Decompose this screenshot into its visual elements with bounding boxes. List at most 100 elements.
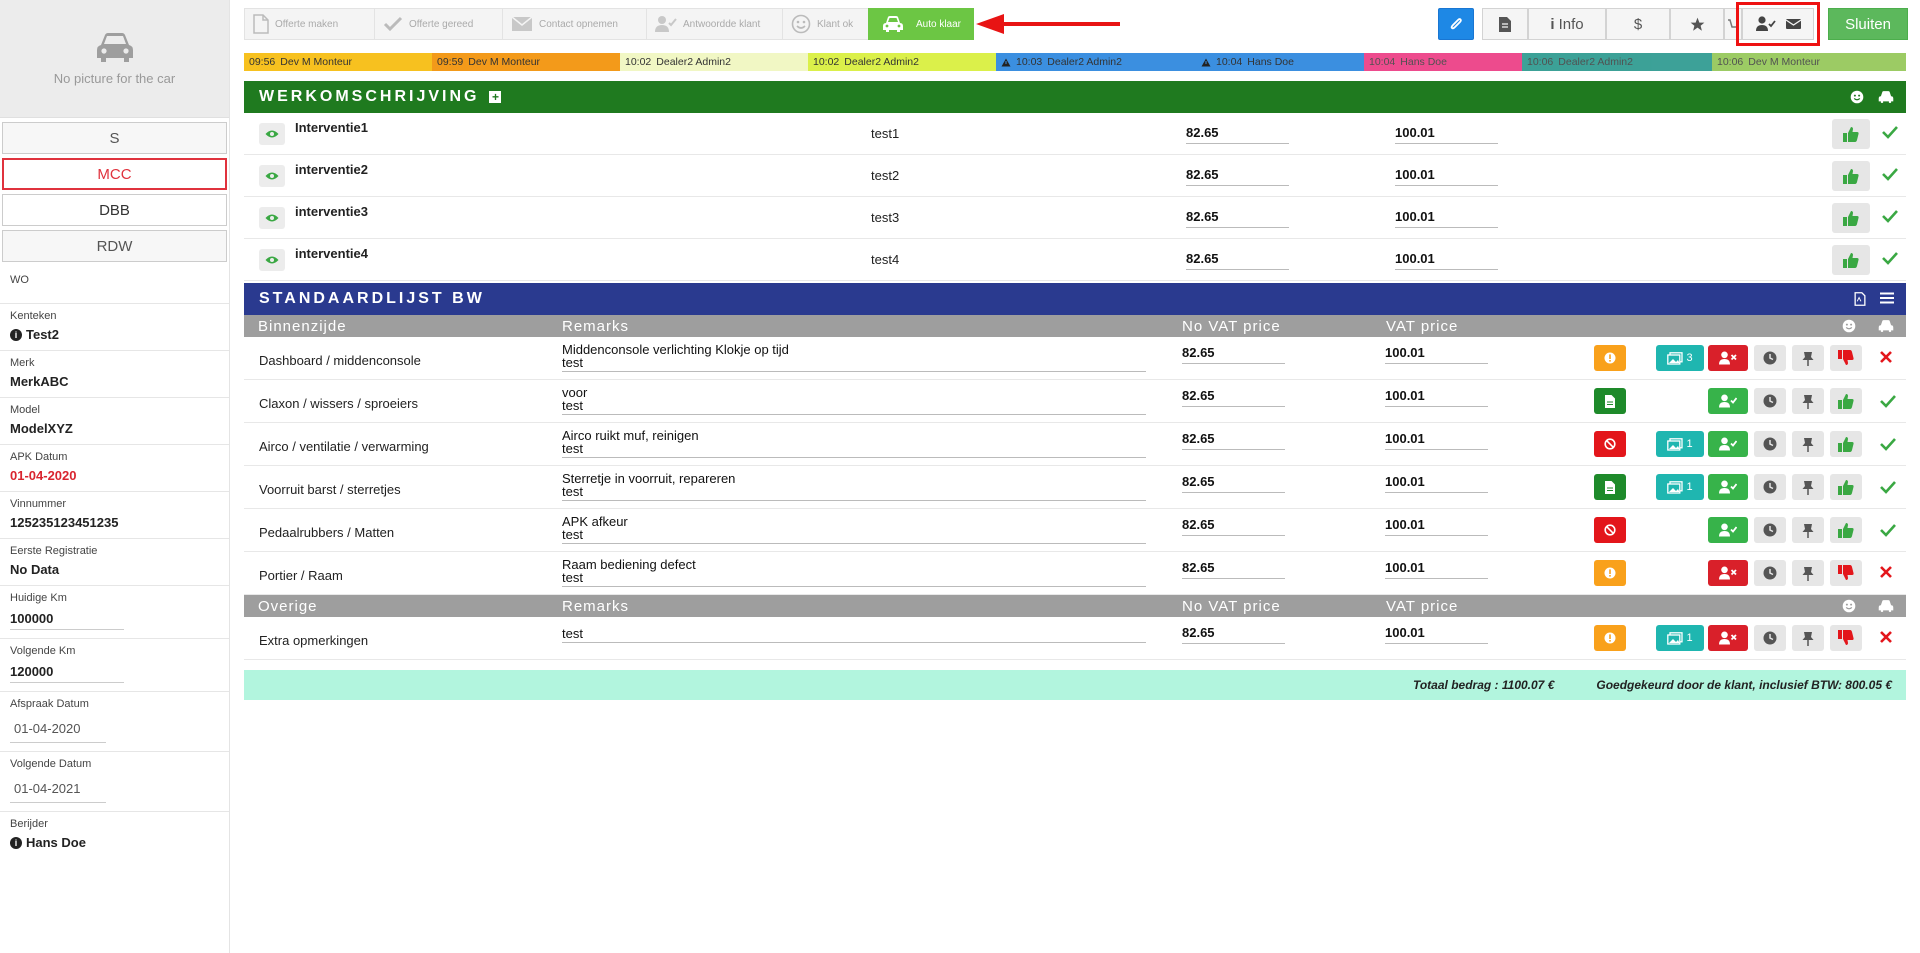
vat-price-input[interactable] bbox=[1385, 558, 1488, 579]
smiley-icon[interactable] bbox=[1850, 90, 1864, 104]
vat-price-input[interactable] bbox=[1395, 207, 1498, 228]
timeline-entry[interactable]: 10:04 Hans Doe bbox=[1196, 53, 1364, 71]
info-icon[interactable]: i bbox=[10, 836, 22, 849]
menu-icon[interactable] bbox=[1880, 292, 1894, 304]
timeline-entry[interactable]: 10:06 Dev M Monteur bbox=[1712, 53, 1906, 71]
approve-button[interactable] bbox=[1832, 203, 1870, 233]
status-button[interactable] bbox=[1594, 517, 1626, 543]
photos-button[interactable]: 1 bbox=[1656, 474, 1704, 500]
timeline-entry[interactable]: 09:56 Dev M Monteur bbox=[244, 53, 432, 71]
car-icon[interactable] bbox=[1878, 319, 1894, 333]
approve-toggle-button[interactable] bbox=[1830, 517, 1862, 543]
novat-price-input[interactable] bbox=[1182, 623, 1285, 644]
rdw-button[interactable]: RDW bbox=[2, 230, 227, 262]
customer-reject-button[interactable] bbox=[1708, 625, 1748, 651]
novat-price-input[interactable] bbox=[1182, 472, 1285, 493]
novat-price-input[interactable] bbox=[1186, 165, 1289, 186]
remark-field[interactable]: test bbox=[562, 627, 1146, 643]
vat-price-input[interactable] bbox=[1385, 472, 1488, 493]
remark-field[interactable]: voor test bbox=[562, 386, 1146, 415]
status-button[interactable] bbox=[1594, 388, 1626, 414]
sluiten-button[interactable]: Sluiten bbox=[1828, 8, 1908, 40]
volgende-km-input[interactable] bbox=[10, 662, 124, 683]
afspraak-datum-input[interactable] bbox=[10, 715, 106, 743]
step-klant-ok[interactable]: Klant ok bbox=[782, 8, 868, 40]
info-button[interactable]: i Info bbox=[1528, 8, 1606, 40]
approve-toggle-button[interactable] bbox=[1830, 431, 1862, 457]
status-button[interactable] bbox=[1594, 560, 1626, 586]
step-offerte-maken[interactable]: Offerte maken bbox=[244, 8, 374, 40]
vat-price-input[interactable] bbox=[1385, 386, 1488, 407]
pin-button[interactable] bbox=[1792, 345, 1824, 371]
history-button[interactable] bbox=[1754, 388, 1786, 414]
pin-button[interactable] bbox=[1792, 517, 1824, 543]
history-button[interactable] bbox=[1754, 345, 1786, 371]
status-button[interactable] bbox=[1594, 625, 1626, 651]
add-icon[interactable]: + bbox=[489, 90, 502, 104]
history-button[interactable] bbox=[1754, 560, 1786, 586]
attachment-button[interactable] bbox=[1438, 8, 1474, 40]
view-button[interactable] bbox=[259, 122, 285, 145]
approve-toggle-button[interactable] bbox=[1830, 388, 1862, 414]
step-offerte-gereed[interactable]: Offerte gereed bbox=[374, 8, 502, 40]
price-button[interactable]: $ bbox=[1606, 8, 1670, 40]
vat-price-input[interactable] bbox=[1385, 515, 1488, 536]
vat-price-input[interactable] bbox=[1395, 165, 1498, 186]
pin-button[interactable] bbox=[1792, 474, 1824, 500]
s-button[interactable]: S bbox=[2, 122, 227, 154]
customer-approve-button[interactable] bbox=[1708, 431, 1748, 457]
photos-button[interactable]: 1 bbox=[1656, 625, 1704, 651]
novat-price-input[interactable] bbox=[1182, 343, 1285, 364]
status-button[interactable] bbox=[1594, 345, 1626, 371]
customer-reject-button[interactable] bbox=[1708, 345, 1748, 371]
step-antwoordde-klant[interactable]: Antwoordde klant bbox=[646, 8, 782, 40]
timeline-entry[interactable]: 10:02 Dealer2 Admin2 bbox=[620, 53, 808, 71]
timeline-entry[interactable]: 10:04 Hans Doe bbox=[1364, 53, 1522, 71]
dbb-button[interactable]: DBB bbox=[2, 194, 227, 226]
view-button[interactable] bbox=[259, 206, 285, 229]
view-button[interactable] bbox=[259, 248, 285, 271]
vat-price-input[interactable] bbox=[1395, 249, 1498, 270]
pdf-icon[interactable] bbox=[1854, 292, 1866, 306]
photos-button[interactable]: 1 bbox=[1656, 431, 1704, 457]
customer-reject-button[interactable] bbox=[1708, 560, 1748, 586]
smiley-icon[interactable] bbox=[1842, 319, 1856, 333]
pin-button[interactable] bbox=[1792, 625, 1824, 651]
remark-field[interactable]: Sterretje in voorruit, repareren test bbox=[562, 472, 1146, 501]
step-contact-opnemen[interactable]: Contact opnemen bbox=[502, 8, 646, 40]
vat-price-input[interactable] bbox=[1385, 343, 1488, 364]
notify-customer-button[interactable] bbox=[1736, 2, 1820, 46]
history-button[interactable] bbox=[1754, 625, 1786, 651]
approve-toggle-button[interactable] bbox=[1830, 474, 1862, 500]
history-button[interactable] bbox=[1754, 517, 1786, 543]
step-auto-klaar[interactable]: Auto klaar bbox=[868, 8, 974, 40]
favorite-button[interactable] bbox=[1670, 8, 1724, 40]
approve-button[interactable] bbox=[1832, 119, 1870, 149]
remark-field[interactable]: Raam bediening defect test bbox=[562, 558, 1146, 587]
status-button[interactable] bbox=[1594, 474, 1626, 500]
customer-approve-button[interactable] bbox=[1708, 388, 1748, 414]
novat-price-input[interactable] bbox=[1186, 249, 1289, 270]
approve-button[interactable] bbox=[1832, 161, 1870, 191]
customer-approve-button[interactable] bbox=[1708, 474, 1748, 500]
view-button[interactable] bbox=[259, 164, 285, 187]
approve-toggle-button[interactable] bbox=[1830, 625, 1862, 651]
status-button[interactable] bbox=[1594, 431, 1626, 457]
car-icon[interactable] bbox=[1878, 90, 1894, 104]
pin-button[interactable] bbox=[1792, 560, 1824, 586]
smiley-icon[interactable] bbox=[1842, 599, 1856, 613]
novat-price-input[interactable] bbox=[1186, 207, 1289, 228]
novat-price-input[interactable] bbox=[1182, 558, 1285, 579]
novat-price-input[interactable] bbox=[1186, 123, 1289, 144]
approve-button[interactable] bbox=[1832, 245, 1870, 275]
pin-button[interactable] bbox=[1792, 388, 1824, 414]
timeline-entry[interactable]: 10:02 Dealer2 Admin2 bbox=[808, 53, 996, 71]
approve-toggle-button[interactable] bbox=[1830, 560, 1862, 586]
novat-price-input[interactable] bbox=[1182, 429, 1285, 450]
car-icon[interactable] bbox=[1878, 599, 1894, 613]
cart-button[interactable] bbox=[1724, 8, 1742, 40]
remark-field[interactable]: Middenconsole verlichting Klokje op tijd… bbox=[562, 343, 1146, 372]
mcc-button[interactable]: MCC bbox=[2, 158, 227, 190]
timeline-entry[interactable]: 10:06 Dealer2 Admin2 bbox=[1522, 53, 1712, 71]
timeline-entry[interactable]: 09:59 Dev M Monteur bbox=[432, 53, 620, 71]
